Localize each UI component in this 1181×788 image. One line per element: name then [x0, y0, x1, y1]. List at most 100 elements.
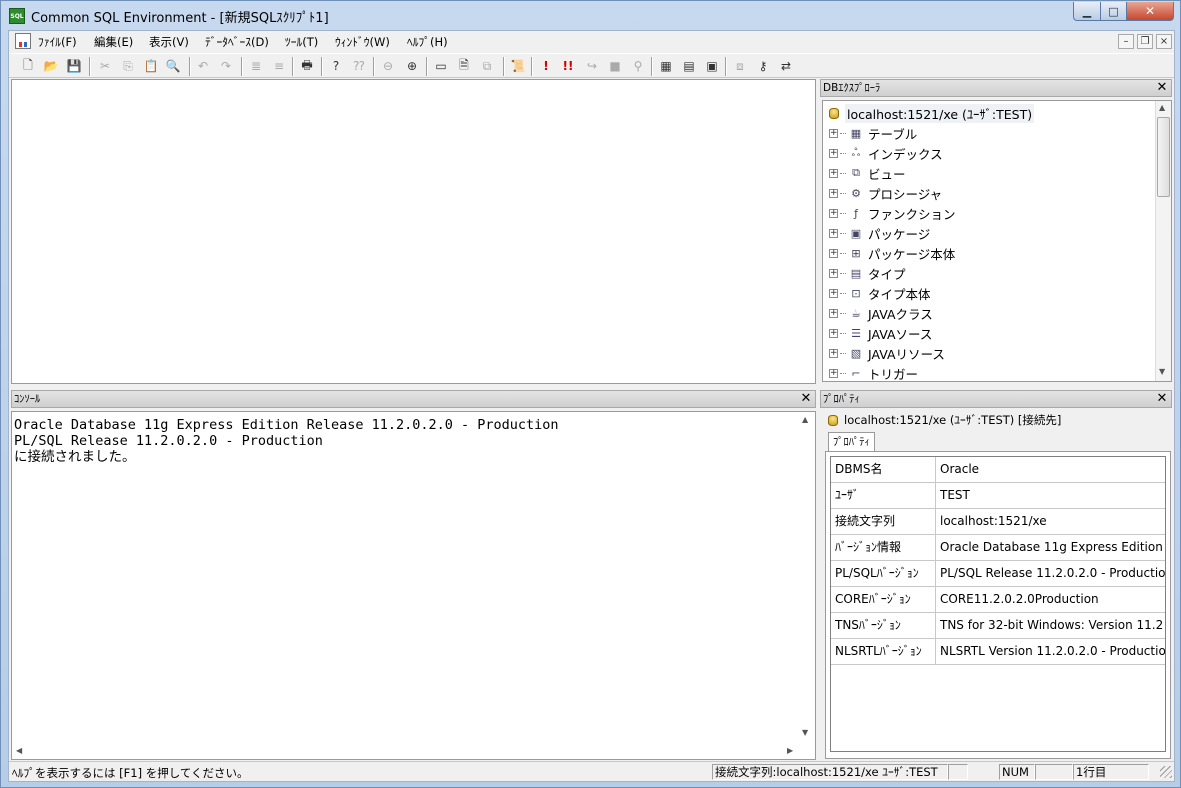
console-horizontal-scrollbar[interactable]: ◀ ▶	[12, 743, 799, 759]
property-value[interactable]: CORE11.2.0.2.0Production	[936, 587, 1165, 612]
tree-item[interactable]: + ⊡ タイプ本体	[829, 283, 931, 303]
object-icon[interactable]: ⧈	[731, 57, 749, 75]
find-icon[interactable]: 🔍	[164, 57, 182, 75]
save-icon[interactable]: 💾	[65, 57, 83, 75]
step-icon[interactable]: ↪	[583, 57, 601, 75]
property-value[interactable]: localhost:1521/xe	[936, 509, 1165, 534]
property-row[interactable]: 接続文字列 localhost:1521/xe	[831, 509, 1165, 535]
document-menu-icon[interactable]	[15, 33, 31, 49]
grid-icon[interactable]: ▦	[657, 57, 675, 75]
scroll-right-icon[interactable]: ▶	[787, 746, 793, 755]
property-row[interactable]: TNSﾊﾞｰｼﾞｮﾝ TNS for 32-bit Windows: Versio…	[831, 613, 1165, 639]
expand-icon[interactable]: +	[829, 228, 838, 238]
tree-root-connection[interactable]: localhost:1521/xe (ﾕｰｻﾞ:TEST)	[829, 104, 1035, 123]
mdi-minimize-button[interactable]: –	[1118, 34, 1134, 49]
context-help-icon[interactable]: ⁇	[350, 57, 368, 75]
menu-tools[interactable]: ﾂｰﾙ(T)	[285, 34, 318, 50]
expand-icon[interactable]: +	[829, 348, 838, 358]
form-icon[interactable]: ▣	[703, 57, 721, 75]
expand-icon[interactable]: +	[829, 268, 838, 278]
help-icon[interactable]: ?	[327, 57, 345, 75]
property-row[interactable]: NLSRTLﾊﾞｰｼﾞｮﾝ NLSRTL Version 11.2.0.2.0 -…	[831, 639, 1165, 665]
property-row[interactable]: COREﾊﾞｰｼﾞｮﾝ CORE11.2.0.2.0Production	[831, 587, 1165, 613]
disconnect-icon[interactable]: ⊖	[379, 57, 397, 75]
mdi-close-button[interactable]: ×	[1156, 34, 1172, 49]
undo-icon[interactable]: ↶	[194, 57, 212, 75]
expand-icon[interactable]: +	[829, 248, 838, 258]
scroll-thumb[interactable]	[1157, 117, 1170, 197]
execute-all-icon[interactable]: !!	[559, 57, 577, 75]
outdent-icon[interactable]: ≡	[270, 57, 288, 75]
property-row[interactable]: ﾕｰｻﾞ TEST	[831, 483, 1165, 509]
expand-icon[interactable]: +	[829, 208, 838, 218]
console-vertical-scrollbar[interactable]: ▲ ▼	[799, 412, 815, 743]
new-file-icon[interactable]: 🗋	[19, 57, 37, 75]
property-value[interactable]: TNS for 32-bit Windows: Version 11.2	[936, 613, 1165, 638]
maximize-button[interactable]: □	[1100, 2, 1127, 21]
menu-file[interactable]: ﾌｧｲﾙ(F)	[38, 34, 77, 50]
scroll-down-icon[interactable]: ▼	[802, 728, 808, 737]
explain-icon[interactable]: ⚲	[629, 57, 647, 75]
tree-item[interactable]: + ▧ JAVAリソース	[829, 343, 945, 363]
menu-edit[interactable]: 編集(E)	[94, 34, 133, 50]
property-row[interactable]: DBMS名 Oracle	[831, 457, 1165, 483]
console-output[interactable]: Oracle Database 11g Express Edition Rele…	[11, 411, 816, 760]
property-row[interactable]: PL/SQLﾊﾞｰｼﾞｮﾝ PL/SQL Release 11.2.0.2.0 -…	[831, 561, 1165, 587]
expand-icon[interactable]: +	[829, 308, 838, 318]
property-value[interactable]: TEST	[936, 483, 1165, 508]
explorer-close-icon[interactable]: ✕	[1155, 81, 1169, 95]
expand-icon[interactable]: +	[829, 368, 838, 378]
property-value[interactable]: PL/SQL Release 11.2.0.2.0 - Productio	[936, 561, 1165, 586]
expand-icon[interactable]: +	[829, 328, 838, 338]
tree-item[interactable]: + ▣ パッケージ	[829, 223, 930, 243]
tab-properties[interactable]: ﾌﾟﾛﾊﾟﾃｨ	[828, 432, 875, 452]
expand-icon[interactable]: +	[829, 288, 838, 298]
expand-icon[interactable]: +	[829, 148, 838, 158]
minimize-button[interactable]: ▁	[1073, 2, 1101, 21]
tree-item[interactable]: + ⚙ プロシージャ	[829, 183, 942, 203]
paste-icon[interactable]: 📋	[142, 57, 160, 75]
connect-icon[interactable]: ⊕	[403, 57, 421, 75]
tree-item[interactable]: + ☕ JAVAクラス	[829, 303, 933, 323]
cascade-icon[interactable]: ⧉	[478, 57, 496, 75]
scroll-up-icon[interactable]: ▲	[802, 415, 808, 424]
explorer-tree[interactable]: localhost:1521/xe (ﾕｰｻﾞ:TEST) + ▦ テーブル + ஃ イン…	[822, 100, 1172, 382]
console-close-icon[interactable]: ✕	[799, 392, 813, 406]
table-icon[interactable]: ▤	[680, 57, 698, 75]
menu-view[interactable]: 表示(V)	[149, 34, 189, 50]
redo-icon[interactable]: ↷	[217, 57, 235, 75]
indent-icon[interactable]: ≣	[247, 57, 265, 75]
cut-icon[interactable]: ✂	[96, 57, 114, 75]
expand-icon[interactable]: +	[829, 188, 838, 198]
execute-icon[interactable]: !	[537, 57, 555, 75]
expand-icon[interactable]: +	[829, 128, 838, 138]
sql-app-icon[interactable]: SQL	[9, 8, 25, 24]
mdi-restore-button[interactable]: ❐	[1137, 34, 1153, 49]
tree-item[interactable]: + ⧉ ビュー	[829, 163, 906, 183]
stop-icon[interactable]: ■	[606, 57, 624, 75]
menu-database[interactable]: ﾃﾞｰﾀﾍﾞｰｽ(D)	[205, 34, 269, 50]
scroll-left-icon[interactable]: ◀	[16, 746, 22, 755]
expand-icon[interactable]: +	[829, 168, 838, 178]
property-value[interactable]: Oracle Database 11g Express Edition R	[936, 535, 1165, 560]
properties-close-icon[interactable]: ✕	[1155, 392, 1169, 406]
print-icon[interactable]: 🖶	[298, 57, 316, 75]
copy-icon[interactable]: ⎘	[119, 57, 137, 75]
document-icon[interactable]: 🗎	[455, 57, 473, 75]
tree-item[interactable]: + ☰ JAVAソース	[829, 323, 932, 343]
property-row[interactable]: ﾊﾞｰｼﾞｮﾝ情報 Oracle Database 11g Express Edi…	[831, 535, 1165, 561]
scroll-down-icon[interactable]: ▼	[1159, 367, 1165, 376]
menu-help[interactable]: ﾍﾙﾌﾟ(H)	[407, 34, 448, 50]
explorer-scrollbar[interactable]: ▲ ▼	[1155, 101, 1171, 381]
resize-grip[interactable]	[1160, 766, 1172, 778]
tree-item[interactable]: + ⌐ トリガー	[829, 363, 918, 381]
menu-window[interactable]: ｳｨﾝﾄﾞｳ(W)	[335, 34, 390, 50]
compare-icon[interactable]: ⇄	[777, 57, 795, 75]
property-value[interactable]: Oracle	[936, 457, 1165, 482]
tree-item[interactable]: + ▤ タイプ	[829, 263, 906, 283]
close-window-button[interactable]: ✕	[1126, 2, 1174, 21]
sql-editor[interactable]	[11, 79, 816, 384]
tree-item[interactable]: + ▦ テーブル	[829, 123, 917, 143]
title-bar[interactable]: SQL Common SQL Environment - [新規SQLｽｸﾘﾌﾟ…	[1, 1, 1180, 29]
scroll-up-icon[interactable]: ▲	[1159, 103, 1165, 112]
